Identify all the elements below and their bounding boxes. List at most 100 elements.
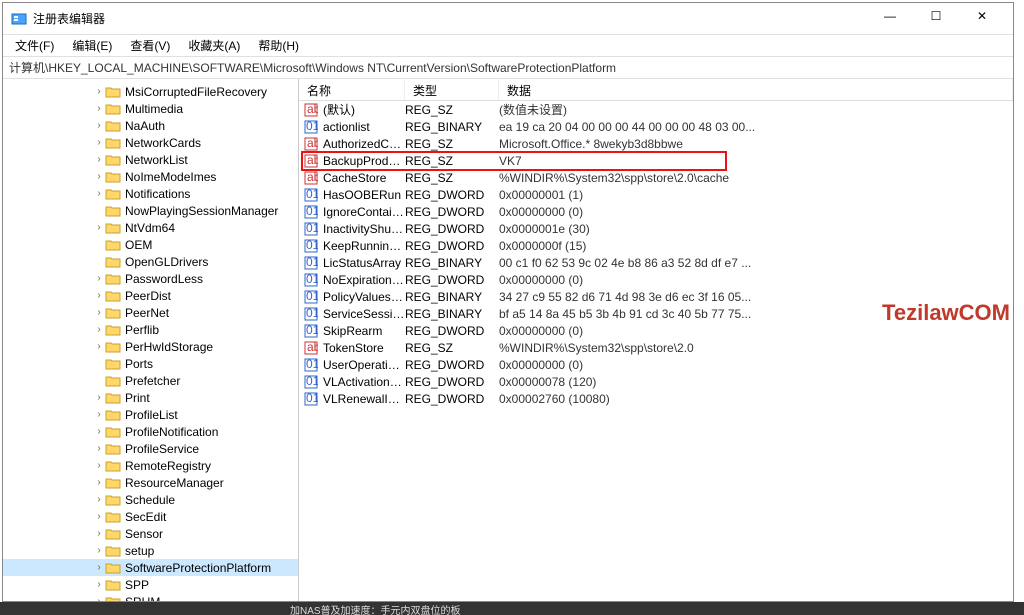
tree-item-profileservice[interactable]: ›ProfileService xyxy=(3,440,298,457)
menu-view[interactable]: 查看(V) xyxy=(124,35,176,56)
chevron-icon[interactable]: › xyxy=(93,528,105,539)
value-row[interactable]: abAuthorizedCon...REG_SZMicrosoft.Office… xyxy=(299,135,1013,152)
value-row[interactable]: abBackupProduc...REG_SZVK7 xyxy=(299,152,1013,169)
value-type: REG_BINARY xyxy=(405,256,499,270)
value-row[interactable]: 010HasOOBERunREG_DWORD0x00000001 (1) xyxy=(299,186,1013,203)
string-icon: ab xyxy=(303,103,319,117)
chevron-icon[interactable]: › xyxy=(93,307,105,318)
registry-tree[interactable]: ›MsiCorruptedFileRecovery›Multimedia›NaA… xyxy=(3,79,299,601)
tree-item-networkcards[interactable]: ›NetworkCards xyxy=(3,134,298,151)
value-type: REG_SZ xyxy=(405,103,499,117)
tree-item-prefetcher[interactable]: Prefetcher xyxy=(3,372,298,389)
value-data: ea 19 ca 20 04 00 00 00 44 00 00 00 48 0… xyxy=(499,120,1013,134)
tree-item-schedule[interactable]: ›Schedule xyxy=(3,491,298,508)
tree-item-opengldrivers[interactable]: OpenGLDrivers xyxy=(3,253,298,270)
value-row[interactable]: abTokenStoreREG_SZ%WINDIR%\System32\spp\… xyxy=(299,339,1013,356)
chevron-icon[interactable]: › xyxy=(93,273,105,284)
chevron-icon[interactable]: › xyxy=(93,596,105,601)
tree-item-peernet[interactable]: ›PeerNet xyxy=(3,304,298,321)
menu-help[interactable]: 帮助(H) xyxy=(252,35,305,56)
chevron-icon[interactable]: › xyxy=(93,154,105,165)
chevron-icon[interactable]: › xyxy=(93,324,105,335)
chevron-icon[interactable]: › xyxy=(93,222,105,233)
tree-item-setup[interactable]: › setup xyxy=(3,542,298,559)
chevron-icon[interactable]: › xyxy=(93,511,105,522)
value-row[interactable]: ab(默认)REG_SZ(数值未设置) xyxy=(299,101,1013,118)
close-button[interactable]: ✕ xyxy=(959,0,1005,32)
tree-item-naauth[interactable]: › NaAuth xyxy=(3,117,298,134)
svg-text:010: 010 xyxy=(306,120,318,133)
chevron-icon[interactable]: › xyxy=(93,86,105,97)
value-row[interactable]: 010VLRenewalInte...REG_DWORD0x00002760 (… xyxy=(299,390,1013,407)
tree-label: NaAuth xyxy=(125,119,165,133)
tree-item-ports[interactable]: Ports xyxy=(3,355,298,372)
tree-item-profilelist[interactable]: ›ProfileList xyxy=(3,406,298,423)
maximize-button[interactable]: ☐ xyxy=(913,0,959,32)
value-row[interactable]: 010KeepRunningT...REG_DWORD0x0000000f (1… xyxy=(299,237,1013,254)
chevron-icon[interactable]: › xyxy=(93,341,105,352)
tree-item-oem[interactable]: OEM xyxy=(3,236,298,253)
value-type: REG_DWORD xyxy=(405,358,499,372)
tree-item-notifications[interactable]: ›Notifications xyxy=(3,185,298,202)
value-row[interactable]: 010VLActivationInt...REG_DWORD0x00000078… xyxy=(299,373,1013,390)
chevron-icon[interactable]: › xyxy=(93,188,105,199)
tree-item-msicorruptedfilerecovery[interactable]: ›MsiCorruptedFileRecovery xyxy=(3,83,298,100)
tree-item-networklist[interactable]: ›NetworkList xyxy=(3,151,298,168)
chevron-icon[interactable]: › xyxy=(93,409,105,420)
chevron-icon[interactable]: › xyxy=(93,290,105,301)
value-row[interactable]: 010UserOperationsREG_DWORD0x00000000 (0) xyxy=(299,356,1013,373)
tree-item-perflib[interactable]: ›Perflib xyxy=(3,321,298,338)
tree-item-sensor[interactable]: ›Sensor xyxy=(3,525,298,542)
tree-item-remoteregistry[interactable]: ›RemoteRegistry xyxy=(3,457,298,474)
value-row[interactable]: 010LicStatusArrayREG_BINARY00 c1 f0 62 5… xyxy=(299,254,1013,271)
chevron-icon[interactable]: › xyxy=(93,443,105,454)
chevron-icon[interactable]: › xyxy=(93,477,105,488)
chevron-icon[interactable]: › xyxy=(93,494,105,505)
chevron-icon[interactable]: › xyxy=(93,103,105,114)
chevron-icon[interactable]: › xyxy=(93,137,105,148)
tree-item-profilenotification[interactable]: ›ProfileNotification xyxy=(3,423,298,440)
menu-favorites[interactable]: 收藏夹(A) xyxy=(182,35,246,56)
tree-item-spp[interactable]: ›SPP xyxy=(3,576,298,593)
tree-item-noimemodeimes[interactable]: ›NoImeModeImes xyxy=(3,168,298,185)
chevron-icon[interactable]: › xyxy=(93,171,105,182)
string-icon: ab xyxy=(303,341,319,355)
tree-item-print[interactable]: ›Print xyxy=(3,389,298,406)
tree-item-ntvdm64[interactable]: › NtVdm64 xyxy=(3,219,298,236)
minimize-button[interactable]: — xyxy=(867,0,913,32)
value-row[interactable]: 010IgnoreContain...REG_DWORD0x00000000 (… xyxy=(299,203,1013,220)
tree-item-softwareprotectionplatform[interactable]: ›SoftwareProtectionPlatform xyxy=(3,559,298,576)
svg-text:ab: ab xyxy=(307,154,318,167)
value-row[interactable]: 010NoExpirationUXREG_DWORD0x00000000 (0) xyxy=(299,271,1013,288)
menu-edit[interactable]: 编辑(E) xyxy=(66,35,118,56)
value-data: 0x00000000 (0) xyxy=(499,273,1013,287)
tree-item-srum[interactable]: ›SRUM xyxy=(3,593,298,601)
tree-label: setup xyxy=(125,544,154,558)
chevron-icon[interactable]: › xyxy=(93,562,105,573)
tree-item-perhwidstorage[interactable]: ›PerHwIdStorage xyxy=(3,338,298,355)
value-row[interactable]: 010InactivityShutd...REG_DWORD0x0000001e… xyxy=(299,220,1013,237)
chevron-icon[interactable]: › xyxy=(93,545,105,556)
value-row[interactable]: abCacheStoreREG_SZ%WINDIR%\System32\spp\… xyxy=(299,169,1013,186)
col-name[interactable]: 名称 xyxy=(299,79,405,100)
tree-label: OEM xyxy=(125,238,152,252)
value-name: VLRenewalInte... xyxy=(323,392,405,406)
tree-label: NtVdm64 xyxy=(125,221,175,235)
tree-item-secedit[interactable]: ›SecEdit xyxy=(3,508,298,525)
tree-item-resourcemanager[interactable]: ›ResourceManager xyxy=(3,474,298,491)
tree-item-multimedia[interactable]: ›Multimedia xyxy=(3,100,298,117)
tree-item-peerdist[interactable]: ›PeerDist xyxy=(3,287,298,304)
menu-file[interactable]: 文件(F) xyxy=(9,35,60,56)
chevron-icon[interactable]: › xyxy=(93,120,105,131)
col-type[interactable]: 类型 xyxy=(405,79,499,100)
chevron-icon[interactable]: › xyxy=(93,426,105,437)
value-rows[interactable]: ab(默认)REG_SZ(数值未设置)010actionlistREG_BINA… xyxy=(299,101,1013,601)
address-bar[interactable]: 计算机\HKEY_LOCAL_MACHINE\SOFTWARE\Microsof… xyxy=(3,57,1013,79)
value-row[interactable]: 010actionlistREG_BINARYea 19 ca 20 04 00… xyxy=(299,118,1013,135)
chevron-icon[interactable]: › xyxy=(93,579,105,590)
tree-item-passwordless[interactable]: ›PasswordLess xyxy=(3,270,298,287)
col-data[interactable]: 数据 xyxy=(499,79,1013,100)
tree-item-nowplayingsessionmanager[interactable]: NowPlayingSessionManager xyxy=(3,202,298,219)
chevron-icon[interactable]: › xyxy=(93,460,105,471)
chevron-icon[interactable]: › xyxy=(93,392,105,403)
